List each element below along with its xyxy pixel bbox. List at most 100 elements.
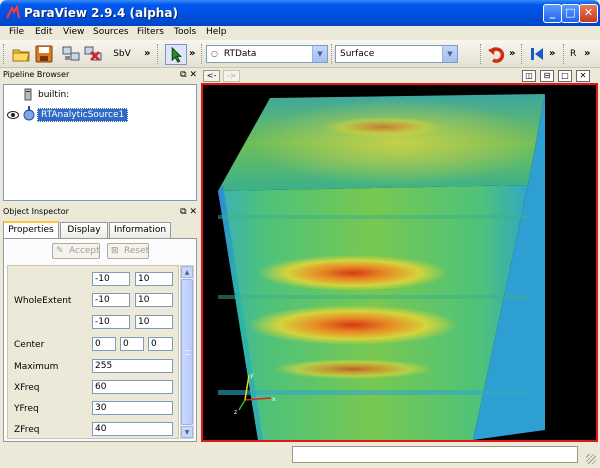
float-panel-icon[interactable]: ⧉	[180, 70, 186, 80]
disconnect-icon[interactable]	[83, 44, 103, 64]
center-z[interactable]: 0	[148, 337, 173, 351]
eye-icon[interactable]	[7, 110, 19, 120]
whole-extent-xmin[interactable]: -10	[92, 272, 130, 286]
scroll-thumb[interactable]	[181, 279, 193, 425]
split-horizontal-icon[interactable]: ◫	[522, 70, 536, 82]
toolbar-grip[interactable]	[563, 44, 566, 64]
zfreq-field[interactable]: 40	[92, 422, 173, 436]
menu-sources[interactable]: Sources	[93, 27, 129, 37]
reset-icon: ⊠	[111, 246, 119, 256]
tab-properties[interactable]: Properties	[3, 221, 59, 238]
menu-filters[interactable]: Filters	[137, 27, 164, 37]
toolbar-overflow-1[interactable]: »	[144, 48, 150, 59]
whole-extent-label: WholeExtent	[14, 296, 72, 306]
toolbar-grip[interactable]	[157, 44, 160, 64]
maximize-button[interactable]: □	[561, 4, 580, 23]
pipeline-item-builtin[interactable]: builtin:	[38, 90, 69, 100]
menu-tools[interactable]: Tools	[174, 27, 196, 37]
menu-edit[interactable]: Edit	[35, 27, 52, 37]
close-panel-icon[interactable]: ✕	[189, 70, 197, 80]
svg-text:y: y	[250, 372, 254, 379]
maximize-view-icon[interactable]: □	[558, 70, 572, 82]
split-vertical-icon[interactable]: ⊟	[540, 70, 554, 82]
float-panel-icon[interactable]: ⧉	[180, 207, 186, 217]
maximum-label: Maximum	[14, 362, 59, 372]
array-combo-value: RTData	[223, 49, 257, 59]
property-list: -10 10 -10 10 WholeExtent -10 10 Center …	[7, 265, 179, 439]
whole-extent-ymax[interactable]: 10	[135, 293, 173, 307]
properties-panel: ✎ Accept ⊠ Reset -10 10 -10 10 WholeExte…	[3, 238, 197, 442]
tab-display[interactable]: Display	[60, 222, 108, 238]
chevron-down-icon[interactable]: ▼	[442, 46, 457, 62]
yfreq-label: YFreq	[14, 404, 39, 414]
toolbar-grip[interactable]	[3, 44, 6, 64]
center-y[interactable]: 0	[120, 337, 144, 351]
menu-help[interactable]: Help	[206, 27, 227, 37]
whole-extent-zmax[interactable]: 10	[135, 315, 173, 329]
minimize-button[interactable]: _	[543, 4, 562, 23]
sbv-button[interactable]: SbV	[110, 44, 134, 64]
scroll-down-icon[interactable]: ▼	[181, 426, 193, 438]
open-folder-icon[interactable]	[11, 44, 31, 64]
reset-button[interactable]: ⊠ Reset	[107, 243, 149, 259]
toolbar-grip[interactable]	[201, 44, 204, 64]
zfreq-label: ZFreq	[14, 425, 40, 435]
close-view-icon[interactable]: ✕	[576, 70, 590, 82]
pipeline-item-rtanalyticsource1[interactable]: RTAnalyticSource1	[37, 108, 129, 122]
svg-text:z: z	[234, 409, 237, 415]
source-icon	[23, 106, 35, 121]
yfreq-field[interactable]: 30	[92, 401, 173, 415]
close-button[interactable]: ✕	[579, 4, 598, 23]
toolbar-overflow-5[interactable]: »	[584, 48, 590, 59]
xfreq-label: XFreq	[14, 383, 40, 393]
view-forward-button[interactable]: ->	[223, 70, 240, 82]
first-frame-icon[interactable]	[527, 44, 547, 64]
server-icon	[24, 88, 32, 101]
maximum-field[interactable]: 255	[92, 359, 173, 373]
size-grip[interactable]	[586, 454, 596, 464]
scroll-up-icon[interactable]: ▲	[181, 266, 193, 278]
select-pointer-icon[interactable]	[165, 44, 187, 65]
whole-extent-zmin[interactable]: -10	[92, 315, 130, 329]
connect-icon[interactable]	[61, 44, 81, 64]
toolbar-overflow-4[interactable]: »	[549, 48, 555, 59]
close-panel-icon[interactable]: ✕	[189, 207, 197, 217]
save-icon[interactable]	[34, 44, 54, 64]
render-view[interactable]: x y z	[201, 83, 598, 442]
whole-extent-xmax[interactable]: 10	[135, 272, 173, 286]
toolbar-grip[interactable]	[480, 44, 483, 64]
representation-combo[interactable]: Surface ▼	[335, 45, 458, 63]
center-x[interactable]: 0	[92, 337, 116, 351]
toolbar-overflow-3[interactable]: »	[509, 48, 515, 59]
whole-extent-ymin[interactable]: -10	[92, 293, 130, 307]
object-inspector-header: Object Inspector ⧉ ✕	[0, 205, 200, 219]
properties-scrollbar[interactable]: ▲ ▼	[180, 265, 194, 439]
thumb-grip	[185, 350, 190, 355]
view-back-button[interactable]: <-	[203, 70, 220, 82]
accept-icon: ✎	[56, 246, 64, 256]
accept-button[interactable]: ✎ Accept	[52, 243, 100, 259]
title-bar: ParaView 2.9.4 (alpha) _ □ ✕	[0, 0, 600, 26]
center-label: Center	[14, 340, 45, 350]
array-combo[interactable]: ○ RTData ▼	[206, 45, 328, 63]
chevron-down-icon[interactable]: ▼	[312, 46, 327, 62]
xfreq-field[interactable]: 60	[92, 380, 173, 394]
reset-label: Reset	[124, 246, 150, 256]
pipeline-browser-header: Pipeline Browser ⧉ ✕	[0, 68, 200, 82]
pipeline-browser: builtin: RTAnalyticSource1	[3, 84, 197, 201]
toolbar-grip[interactable]	[521, 44, 524, 64]
menu-view[interactable]: View	[63, 27, 84, 37]
status-bar	[0, 444, 600, 468]
undo-icon[interactable]	[487, 44, 507, 64]
svg-text:x: x	[272, 396, 276, 403]
toolbar-overflow-2[interactable]: »	[189, 48, 195, 59]
menu-file[interactable]: File	[9, 27, 24, 37]
axes-orientation-icon: x y z	[234, 372, 276, 415]
window-title: ParaView 2.9.4 (alpha)	[24, 6, 178, 20]
point-data-icon: ○	[211, 49, 218, 58]
main-toolbar: SbV » » ○ RTData ▼ Surface ▼ » » R »	[0, 40, 600, 68]
toolbar-grip[interactable]	[331, 44, 334, 64]
paraview-app-icon	[6, 5, 20, 19]
representation-combo-value: Surface	[340, 49, 375, 59]
tab-information[interactable]: Information	[109, 222, 171, 238]
